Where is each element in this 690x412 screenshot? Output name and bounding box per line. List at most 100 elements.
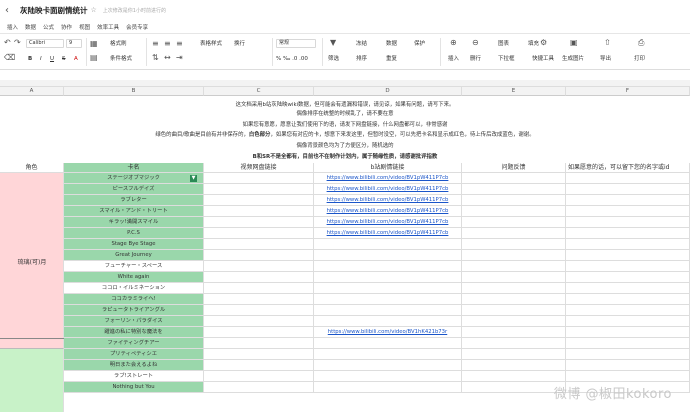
bili-link[interactable]: https://www.bilibili.com/video/BV1pW411P… bbox=[327, 208, 449, 214]
align-right-icon[interactable]: ≡ bbox=[176, 39, 183, 48]
star-icon[interactable]: ☆ bbox=[91, 6, 97, 14]
insert-icon[interactable]: ⊕ bbox=[450, 38, 457, 47]
font-color-button[interactable]: A bbox=[74, 55, 78, 63]
feedback-cell[interactable] bbox=[462, 261, 566, 272]
contributor-cell[interactable] bbox=[566, 360, 690, 371]
bili-link-cell[interactable] bbox=[314, 349, 462, 360]
underline-button[interactable]: U bbox=[50, 55, 54, 63]
card-name-cell[interactable]: ステージオブマジック bbox=[64, 173, 204, 184]
header-role[interactable]: 角色 bbox=[0, 163, 64, 173]
card-name-cell[interactable]: Nothing but You bbox=[64, 382, 204, 393]
menu-vip[interactable]: 会员专享 bbox=[126, 23, 148, 31]
bili-link-cell[interactable]: https://www.bilibili.com/video/BV1pW411P… bbox=[314, 206, 462, 217]
video-link-cell[interactable] bbox=[204, 349, 314, 360]
smart-table-button[interactable]: 生成图片 bbox=[562, 55, 584, 63]
contributor-cell[interactable] bbox=[566, 173, 690, 184]
bili-link-cell[interactable]: https://www.bilibili.com/video/BV1pW411P… bbox=[314, 228, 462, 239]
feedback-cell[interactable] bbox=[462, 173, 566, 184]
bili-link-cell[interactable]: https://www.bilibili.com/video/BV1hK421b… bbox=[314, 327, 462, 338]
feedback-cell[interactable] bbox=[462, 360, 566, 371]
bili-link-cell[interactable] bbox=[314, 371, 462, 382]
bili-link[interactable]: https://www.bilibili.com/video/BV1pW411P… bbox=[327, 186, 449, 192]
feedback-cell[interactable] bbox=[462, 316, 566, 327]
undo-icon[interactable]: ↶ bbox=[4, 38, 11, 47]
header-feedback[interactable]: 问题反馈 bbox=[462, 163, 566, 173]
bili-link-cell[interactable]: https://www.bilibili.com/video/BV1pW411P… bbox=[314, 217, 462, 228]
card-name-cell[interactable]: プリティペティシエ bbox=[64, 349, 204, 360]
contributor-cell[interactable] bbox=[566, 294, 690, 305]
feedback-cell[interactable] bbox=[462, 371, 566, 382]
number-format-select[interactable]: 常规 bbox=[276, 39, 316, 48]
freeze-button[interactable]: 冻结 bbox=[356, 40, 367, 48]
cond-format-button[interactable]: 条件格式 bbox=[110, 55, 132, 63]
feedback-cell[interactable] bbox=[462, 283, 566, 294]
feedback-cell[interactable] bbox=[462, 305, 566, 316]
video-link-cell[interactable] bbox=[204, 250, 314, 261]
border-icon[interactable]: ▦ bbox=[90, 39, 98, 48]
contributor-cell[interactable] bbox=[566, 261, 690, 272]
card-name-cell[interactable]: ココカラミライへ! bbox=[64, 294, 204, 305]
contributor-cell[interactable] bbox=[566, 305, 690, 316]
card-name-cell[interactable]: Stage Bye Stage bbox=[64, 239, 204, 250]
filter-toggle-icon[interactable]: ▼ bbox=[190, 175, 197, 182]
card-name-cell[interactable]: White again bbox=[64, 272, 204, 283]
group-cell-2[interactable] bbox=[0, 349, 64, 412]
card-name-cell[interactable]: フューチャー・スペース bbox=[64, 261, 204, 272]
feedback-cell[interactable] bbox=[462, 206, 566, 217]
bili-link-cell[interactable]: https://www.bilibili.com/video/BV1pW411P… bbox=[314, 195, 462, 206]
video-link-cell[interactable] bbox=[204, 217, 314, 228]
contributor-cell[interactable] bbox=[566, 349, 690, 360]
align-left-icon[interactable]: ≡ bbox=[152, 39, 159, 48]
data-button[interactable]: 数据 bbox=[386, 40, 397, 48]
feedback-cell[interactable] bbox=[462, 195, 566, 206]
contributor-cell[interactable] bbox=[566, 283, 690, 294]
bili-link-cell[interactable] bbox=[314, 283, 462, 294]
menu-insert[interactable]: 插入 bbox=[7, 23, 18, 31]
bili-link[interactable]: https://www.bilibili.com/video/BV1hK421b… bbox=[328, 329, 447, 335]
card-name-cell[interactable]: スマイル・アンド・トリート bbox=[64, 206, 204, 217]
bili-link-cell[interactable]: https://www.bilibili.com/video/BV1pW411P… bbox=[314, 173, 462, 184]
contributor-cell[interactable] bbox=[566, 228, 690, 239]
card-name-cell[interactable]: P.C.S bbox=[64, 228, 204, 239]
contributor-cell[interactable] bbox=[566, 250, 690, 261]
card-name-cell[interactable]: Great Journey bbox=[64, 250, 204, 261]
contributor-cell[interactable] bbox=[566, 272, 690, 283]
bili-link-cell[interactable] bbox=[314, 382, 462, 393]
card-name-cell[interactable]: ラブレター bbox=[64, 195, 204, 206]
feedback-cell[interactable] bbox=[462, 239, 566, 250]
bili-link-cell[interactable] bbox=[314, 338, 462, 349]
card-name-cell[interactable]: フォーリン・パラダイス bbox=[64, 316, 204, 327]
protect-button[interactable]: 保护 bbox=[414, 40, 425, 48]
column-header-E[interactable]: E bbox=[462, 87, 566, 96]
card-name-cell[interactable]: ココロ・イルミネーション bbox=[64, 283, 204, 294]
feedback-cell[interactable] bbox=[462, 217, 566, 228]
column-header-B[interactable]: B bbox=[64, 87, 204, 96]
menu-data[interactable]: 数据 bbox=[25, 23, 36, 31]
bili-link-cell[interactable] bbox=[314, 305, 462, 316]
wrap-button[interactable]: 换行 bbox=[234, 40, 245, 48]
bili-link-cell[interactable] bbox=[314, 294, 462, 305]
indent-icon[interactable]: ⇥ bbox=[176, 53, 183, 62]
card-name-cell[interactable]: 明日また会えるよね bbox=[64, 360, 204, 371]
bili-link-cell[interactable] bbox=[314, 250, 462, 261]
font-name-select[interactable]: Calibri bbox=[26, 39, 64, 48]
video-link-cell[interactable] bbox=[204, 305, 314, 316]
format-painter-button[interactable]: 格式刷 bbox=[110, 40, 127, 48]
column-header-D[interactable]: D bbox=[314, 87, 462, 96]
video-link-cell[interactable] bbox=[204, 184, 314, 195]
contributor-cell[interactable] bbox=[566, 327, 690, 338]
export-button[interactable]: 导出 bbox=[600, 55, 611, 63]
header-video-link[interactable]: 视频网盘链接 bbox=[204, 163, 314, 173]
feedback-cell[interactable] bbox=[462, 338, 566, 349]
bili-link[interactable]: https://www.bilibili.com/video/BV1pW411P… bbox=[327, 230, 449, 236]
card-name-cell[interactable]: ラブ!ストレート bbox=[64, 371, 204, 382]
video-link-cell[interactable] bbox=[204, 371, 314, 382]
bili-link-cell[interactable] bbox=[314, 261, 462, 272]
bili-link[interactable]: https://www.bilibili.com/video/BV1pW411P… bbox=[327, 219, 449, 225]
menu-formula[interactable]: 公式 bbox=[43, 23, 54, 31]
filter-icon[interactable]: ▼ bbox=[330, 38, 336, 47]
sort-button[interactable]: 排序 bbox=[356, 55, 367, 63]
card-name-cell[interactable]: 躍進の私に特別な魔法を bbox=[64, 327, 204, 338]
merge-icon[interactable]: ↔ bbox=[164, 53, 171, 62]
header-name[interactable]: 如果愿意的话，可以留下您的名字或id bbox=[566, 163, 690, 173]
